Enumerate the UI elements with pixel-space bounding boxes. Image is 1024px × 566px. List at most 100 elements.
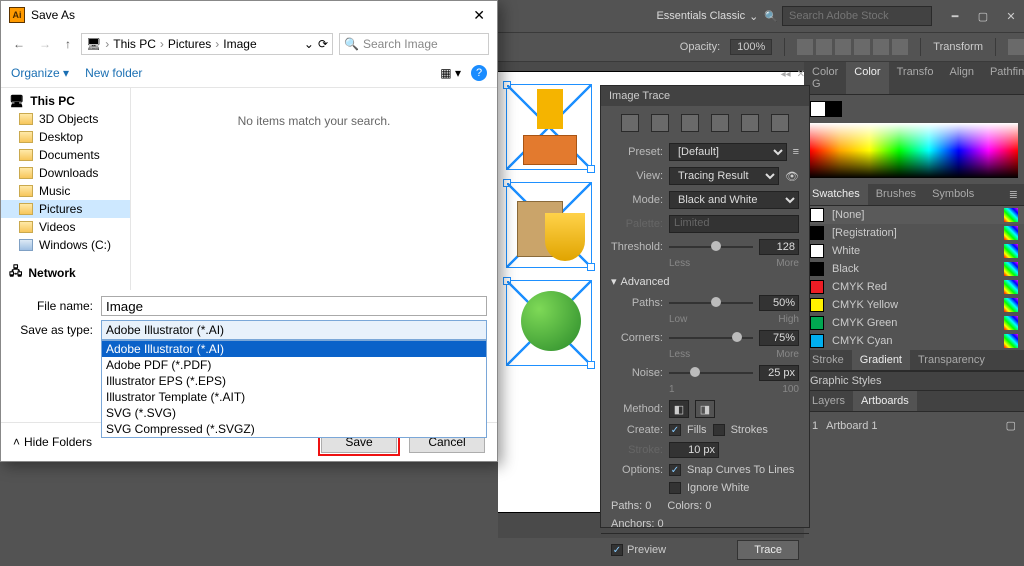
tab-transparency[interactable]: Transparency bbox=[910, 350, 993, 370]
swatch-row[interactable]: White bbox=[804, 242, 1024, 260]
dialog-search[interactable]: 🔍 Search Image bbox=[339, 33, 489, 55]
close-icon[interactable]: ✕ bbox=[1004, 10, 1018, 23]
align-icons[interactable] bbox=[797, 39, 908, 55]
format-option[interactable]: Adobe PDF (*.PDF) bbox=[102, 357, 486, 373]
swatch-row[interactable]: CMYK Cyan bbox=[804, 332, 1024, 350]
image-trace-header[interactable]: Image Trace bbox=[601, 86, 809, 106]
saveastype-selected[interactable]: Adobe Illustrator (*.AI) bbox=[101, 320, 487, 340]
color-panel-tabs[interactable]: Color G Color Transfo Align Pathfin bbox=[804, 62, 1024, 95]
corners-value[interactable]: 75% bbox=[759, 330, 799, 346]
tab-transform[interactable]: Transfo bbox=[889, 62, 942, 94]
new-folder-button[interactable]: New folder bbox=[85, 66, 142, 80]
method-overlap-icon[interactable]: ◨ bbox=[695, 400, 715, 418]
trace-preset-icons[interactable] bbox=[601, 106, 809, 140]
tab-pathfinder[interactable]: Pathfin bbox=[982, 62, 1024, 94]
swatch-row[interactable]: CMYK Red bbox=[804, 278, 1024, 296]
nav-up-icon[interactable]: ↑ bbox=[61, 37, 75, 51]
transform-label[interactable]: Transform bbox=[933, 41, 983, 53]
stock-search-input[interactable] bbox=[782, 6, 932, 26]
format-option[interactable]: SVG Compressed (*.SVGZ) bbox=[102, 421, 486, 437]
format-option[interactable]: Adobe Illustrator (*.AI) bbox=[102, 341, 486, 357]
tree-item[interactable]: Downloads bbox=[1, 164, 130, 182]
artboard-options-icon[interactable]: ▢ bbox=[1006, 419, 1016, 432]
folder-tree[interactable]: 🖥This PC 3D ObjectsDesktopDocumentsDownl… bbox=[1, 88, 131, 290]
saveastype-list[interactable]: Adobe Illustrator (*.AI)Adobe PDF (*.PDF… bbox=[101, 340, 487, 438]
swatch-list[interactable]: [None][Registration]WhiteBlackCMYK RedCM… bbox=[804, 206, 1024, 350]
tree-item[interactable]: Desktop bbox=[1, 128, 130, 146]
mode-select[interactable]: Black and White bbox=[669, 191, 799, 209]
paths-slider[interactable] bbox=[669, 296, 753, 310]
artboard-row[interactable]: 1 Artboard 1 ▢ bbox=[810, 416, 1018, 435]
preset-menu-icon[interactable]: ≡ bbox=[793, 146, 799, 158]
swatch-row[interactable]: Black bbox=[804, 260, 1024, 278]
strokes-checkbox[interactable] bbox=[713, 424, 725, 436]
gradient-tabs[interactable]: Stroke Gradient Transparency bbox=[804, 350, 1024, 371]
noise-slider[interactable] bbox=[669, 366, 753, 380]
preset-select[interactable]: [Default] bbox=[669, 143, 787, 161]
tree-item[interactable]: Music bbox=[1, 182, 130, 200]
tree-header-network[interactable]: 🖧Network bbox=[1, 260, 130, 285]
eye-icon[interactable]: 👁 bbox=[785, 170, 799, 183]
minimize-icon[interactable]: ━ bbox=[948, 10, 962, 23]
dialog-close-icon[interactable]: ✕ bbox=[469, 7, 489, 24]
graphic-styles-header[interactable]: Graphic Styles bbox=[804, 371, 1024, 391]
tab-colorguide[interactable]: Color G bbox=[804, 62, 846, 94]
swatch-row[interactable]: CMYK Green bbox=[804, 314, 1024, 332]
swatch-row[interactable]: CMYK Yellow bbox=[804, 296, 1024, 314]
ignore-white-checkbox[interactable] bbox=[669, 482, 681, 494]
hide-folders-toggle[interactable]: ˄ Hide Folders bbox=[13, 435, 92, 449]
crumb[interactable]: This PC bbox=[113, 37, 156, 51]
color-spectrum[interactable] bbox=[810, 123, 1018, 178]
tree-item[interactable]: Pictures bbox=[1, 200, 130, 218]
selection-box[interactable] bbox=[506, 280, 592, 366]
view-mode-icon[interactable]: ▦ ▾ bbox=[440, 66, 461, 80]
tab-align[interactable]: Align bbox=[941, 62, 981, 94]
tab-brushes[interactable]: Brushes bbox=[868, 184, 924, 205]
list-view-icon[interactable]: ≣ bbox=[1003, 184, 1024, 205]
filename-input[interactable] bbox=[101, 296, 487, 316]
tree-header-thispc[interactable]: 🖥This PC bbox=[1, 92, 130, 110]
trace-button[interactable]: Trace bbox=[737, 540, 799, 560]
format-option[interactable]: Illustrator EPS (*.EPS) bbox=[102, 373, 486, 389]
chevron-down-icon[interactable]: ⌄ bbox=[304, 37, 314, 51]
help-icon[interactable]: ? bbox=[471, 65, 487, 81]
dialog-titlebar[interactable]: Ai Save As ✕ bbox=[1, 1, 497, 29]
panel-dock-controls[interactable]: ◂◂✕ bbox=[781, 69, 805, 80]
tree-item[interactable]: Windows (C:) bbox=[1, 236, 130, 254]
preview-checkbox[interactable]: ✓ bbox=[611, 544, 623, 556]
tree-item[interactable]: 3D Objects bbox=[1, 110, 130, 128]
selection-box[interactable] bbox=[506, 84, 592, 170]
threshold-slider[interactable] bbox=[669, 240, 753, 254]
crumb[interactable]: Pictures bbox=[168, 37, 211, 51]
file-list[interactable]: No items match your search. bbox=[131, 88, 497, 290]
breadcrumb[interactable]: 🖥› This PC› Pictures› Image ⌄ ⟳ bbox=[81, 33, 333, 55]
layers-tabs[interactable]: Layers Artboards bbox=[804, 391, 1024, 412]
swatch-row[interactable]: [None] bbox=[804, 206, 1024, 224]
noise-value[interactable]: 25 px bbox=[759, 365, 799, 381]
isolate-icon[interactable] bbox=[1008, 39, 1024, 55]
crumb[interactable]: Image bbox=[223, 37, 256, 51]
opacity-value[interactable]: 100% bbox=[730, 39, 772, 55]
format-option[interactable]: Illustrator Template (*.AIT) bbox=[102, 389, 486, 405]
swatches-tabs[interactable]: Swatches Brushes Symbols ≣ bbox=[804, 184, 1024, 206]
view-select[interactable]: Tracing Result bbox=[669, 167, 779, 185]
advanced-toggle[interactable]: ▾Advanced bbox=[601, 271, 809, 292]
corners-slider[interactable] bbox=[669, 331, 753, 345]
tab-color[interactable]: Color bbox=[846, 62, 888, 94]
tree-item[interactable]: Videos bbox=[1, 218, 130, 236]
paths-value[interactable]: 50% bbox=[759, 295, 799, 311]
fill-stroke-swatch[interactable] bbox=[810, 101, 1018, 117]
nav-back-icon[interactable]: ← bbox=[9, 37, 29, 51]
tab-symbols[interactable]: Symbols bbox=[924, 184, 982, 205]
tree-item[interactable]: Documents bbox=[1, 146, 130, 164]
snap-checkbox[interactable]: ✓ bbox=[669, 464, 681, 476]
swatch-row[interactable]: [Registration] bbox=[804, 224, 1024, 242]
workspace-switcher[interactable]: Essentials Classic ⌄ bbox=[656, 10, 758, 23]
organize-menu[interactable]: Organize ▾ bbox=[11, 66, 69, 80]
selection-box[interactable] bbox=[506, 182, 592, 268]
tab-artboards[interactable]: Artboards bbox=[853, 391, 917, 411]
tab-swatches[interactable]: Swatches bbox=[804, 184, 868, 205]
tab-stroke[interactable]: Stroke bbox=[804, 350, 852, 370]
method-abutting-icon[interactable]: ◧ bbox=[669, 400, 689, 418]
saveastype-dropdown[interactable]: Adobe Illustrator (*.AI) Adobe Illustrat… bbox=[101, 320, 487, 340]
